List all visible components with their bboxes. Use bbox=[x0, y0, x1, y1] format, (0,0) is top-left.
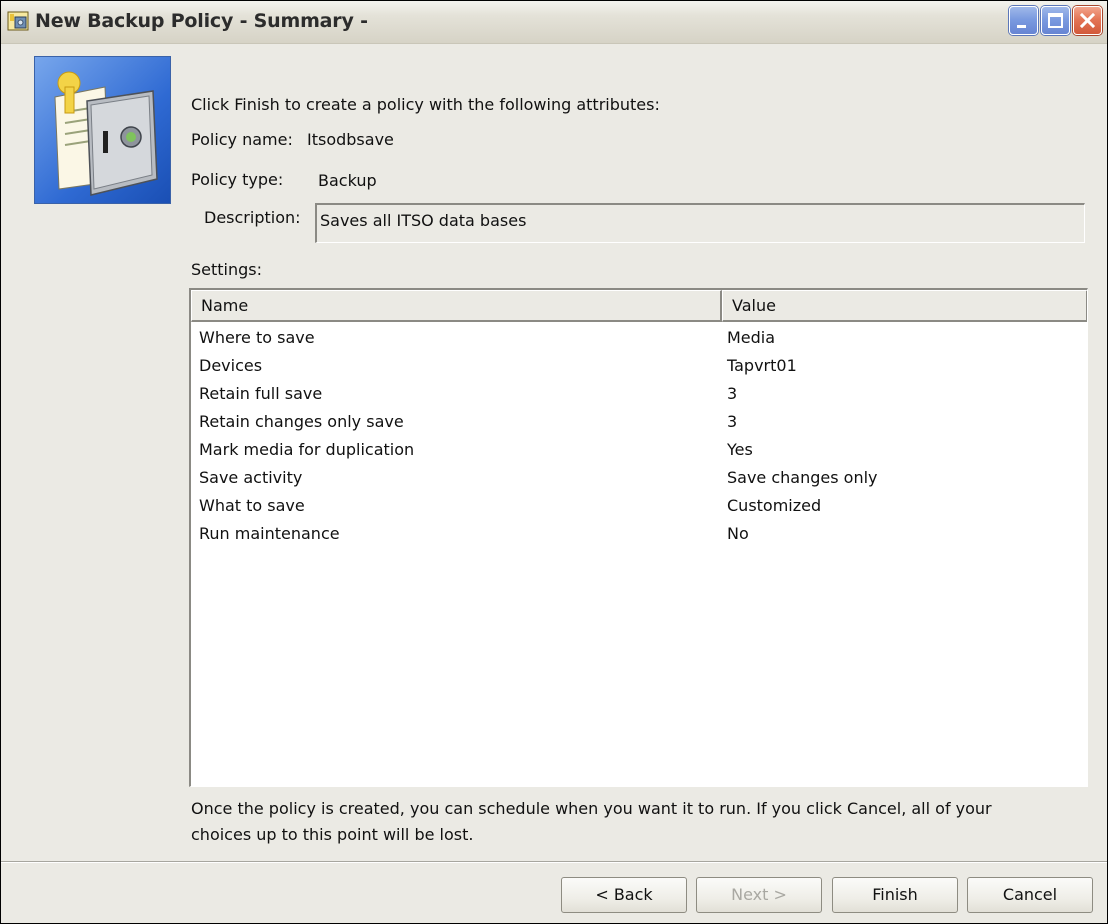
table-body: Where to save Media Devices Tapvrt01 Ret… bbox=[191, 324, 1087, 548]
row-value: Save changes only bbox=[727, 468, 878, 487]
maximize-icon bbox=[1048, 13, 1063, 28]
finish-button[interactable]: Finish bbox=[832, 877, 958, 913]
column-header-name[interactable]: Name bbox=[191, 290, 722, 322]
row-value: No bbox=[727, 524, 749, 543]
row-name: What to save bbox=[199, 496, 305, 515]
row-value: Media bbox=[727, 328, 776, 347]
row-name: Where to save bbox=[199, 328, 315, 347]
close-icon bbox=[1079, 12, 1096, 29]
row-value: Customized bbox=[727, 496, 822, 515]
table-row[interactable]: Devices Tapvrt01 bbox=[191, 352, 1087, 380]
back-button[interactable]: < Back bbox=[561, 877, 687, 913]
policy-type-label: Policy type: bbox=[191, 170, 284, 189]
window-title: New Backup Policy - Summary - bbox=[35, 10, 368, 32]
next-button: Next > bbox=[696, 877, 822, 913]
table-row[interactable]: Where to save Media bbox=[191, 324, 1087, 352]
description-value: Saves all ITSO data bases bbox=[320, 211, 527, 230]
table-row[interactable]: What to save Customized bbox=[191, 492, 1087, 520]
maximize-button[interactable] bbox=[1041, 6, 1070, 35]
note-line-2: choices up to this point will be lost. bbox=[191, 825, 474, 844]
table-row[interactable]: Retain changes only save 3 bbox=[191, 408, 1087, 436]
table-row[interactable]: Run maintenance No bbox=[191, 520, 1087, 548]
table-row[interactable]: Retain full save 3 bbox=[191, 380, 1087, 408]
row-name: Devices bbox=[199, 356, 263, 375]
row-value: Tapvrt01 bbox=[727, 356, 797, 375]
policy-name-label: Policy name: bbox=[191, 130, 293, 149]
safe-icon bbox=[54, 71, 158, 196]
close-button[interactable] bbox=[1073, 6, 1102, 35]
settings-label: Settings: bbox=[191, 260, 263, 279]
row-name: Mark media for duplication bbox=[199, 440, 415, 459]
row-value: 3 bbox=[727, 412, 738, 431]
app-icon bbox=[7, 11, 29, 31]
title-bar[interactable]: New Backup Policy - Summary - bbox=[1, 1, 1107, 44]
row-value: 3 bbox=[727, 384, 738, 403]
intro-text: Click Finish to create a policy with the… bbox=[191, 95, 660, 114]
column-header-value[interactable]: Value bbox=[722, 290, 1087, 322]
row-name: Retain changes only save bbox=[199, 412, 404, 431]
dialog-window: New Backup Policy - Summary - Click Fini… bbox=[0, 0, 1108, 924]
row-name: Save activity bbox=[199, 468, 303, 487]
wizard-image bbox=[34, 56, 171, 204]
row-name: Run maintenance bbox=[199, 524, 340, 543]
note-line-1: Once the policy is created, you can sche… bbox=[191, 799, 992, 818]
policy-type-value: Backup bbox=[318, 171, 377, 190]
minimize-button[interactable] bbox=[1009, 6, 1038, 35]
table-row[interactable]: Mark media for duplication Yes bbox=[191, 436, 1087, 464]
row-value: Yes bbox=[727, 440, 753, 459]
cancel-button[interactable]: Cancel bbox=[967, 877, 1093, 913]
policy-name-value: Itsodbsave bbox=[307, 130, 394, 149]
description-label: Description: bbox=[204, 208, 301, 227]
description-field[interactable]: Saves all ITSO data bases bbox=[315, 203, 1085, 243]
minimize-icon bbox=[1017, 25, 1026, 28]
footer-divider bbox=[1, 861, 1107, 863]
settings-table[interactable]: Name Value Where to save Media Devices T… bbox=[189, 288, 1088, 787]
table-header: Name Value bbox=[191, 290, 1087, 322]
row-name: Retain full save bbox=[199, 384, 323, 403]
table-row[interactable]: Save activity Save changes only bbox=[191, 464, 1087, 492]
